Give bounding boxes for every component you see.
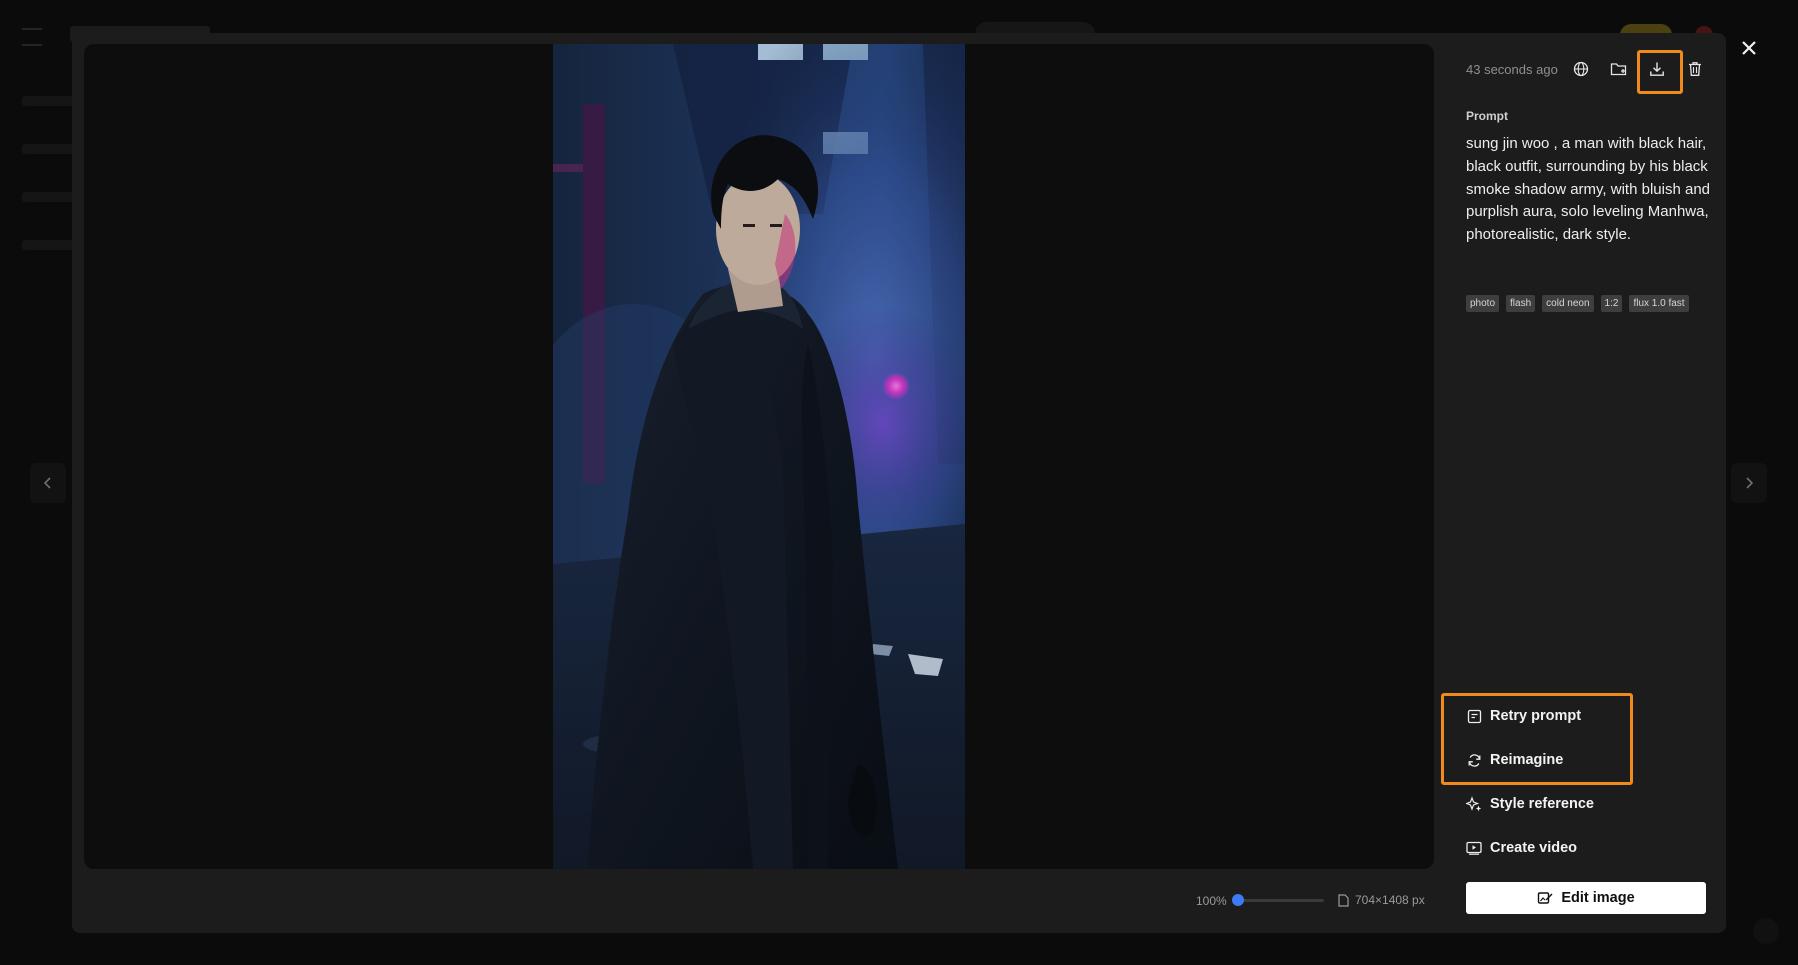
zoom-level-label: 100% — [1196, 894, 1227, 908]
globe-icon — [1573, 61, 1589, 77]
chevron-left-icon — [43, 477, 51, 489]
delete-button[interactable] — [1681, 55, 1709, 83]
help-icon — [1753, 918, 1779, 944]
reimagine-label: Reimagine — [1490, 752, 1564, 768]
publish-button[interactable] — [1567, 55, 1595, 83]
trash-icon — [1689, 62, 1701, 76]
tag-badge: photo — [1466, 295, 1500, 312]
previous-image-button[interactable] — [30, 463, 66, 503]
edit-image-icon — [1538, 892, 1553, 904]
folder-add-icon — [1610, 63, 1627, 76]
reimagine-button[interactable]: Reimagine — [1466, 752, 1563, 768]
close-button[interactable] — [1733, 32, 1765, 64]
retry-prompt-icon — [1466, 708, 1482, 724]
generated-image[interactable] — [553, 44, 965, 869]
tag-badge: cold neon — [1542, 295, 1594, 312]
sparkle-star-icon — [1466, 796, 1482, 812]
style-reference-label: Style reference — [1490, 796, 1594, 812]
zoom-slider[interactable] — [1232, 893, 1324, 907]
download-highlight — [1637, 50, 1683, 94]
image-stage — [84, 44, 1434, 869]
tag-badge: flash — [1506, 295, 1536, 312]
image-dimensions-text: 704×1408 px — [1355, 893, 1425, 907]
style-reference-button[interactable]: Style reference — [1466, 796, 1594, 812]
zoom-track — [1232, 899, 1324, 902]
prompt-text: sung jin woo , a man with black hair, bl… — [1466, 135, 1710, 244]
retry-prompt-button[interactable]: Retry prompt — [1466, 708, 1581, 724]
video-play-icon — [1466, 840, 1482, 856]
create-video-label: Create video — [1490, 840, 1578, 856]
generation-timestamp: 43 seconds ago — [1466, 62, 1558, 77]
zoom-slider-thumb[interactable] — [1232, 894, 1244, 906]
tag-badge: flux 1.0 fast — [1629, 295, 1689, 312]
add-to-folder-button[interactable] — [1605, 55, 1633, 83]
chevron-right-icon — [1746, 477, 1754, 489]
prompt-label: Prompt — [1466, 109, 1508, 123]
file-icon — [1338, 893, 1349, 907]
retry-prompt-label: Retry prompt — [1490, 708, 1582, 724]
close-icon — [1742, 41, 1756, 55]
edit-image-button[interactable]: Edit image — [1466, 882, 1706, 914]
prompt-tags: photo flash cold neon 1:2 flux 1.0 fast — [1466, 295, 1689, 312]
image-dimensions: 704×1408 px — [1338, 893, 1425, 907]
actions-highlight — [1441, 693, 1633, 785]
menu-icon — [22, 28, 42, 46]
next-image-button[interactable] — [1731, 463, 1767, 503]
create-video-button[interactable]: Create video — [1466, 840, 1577, 856]
tag-badge: 1:2 — [1600, 295, 1623, 312]
edit-image-label: Edit image — [1561, 890, 1635, 906]
refresh-icon — [1466, 752, 1482, 768]
